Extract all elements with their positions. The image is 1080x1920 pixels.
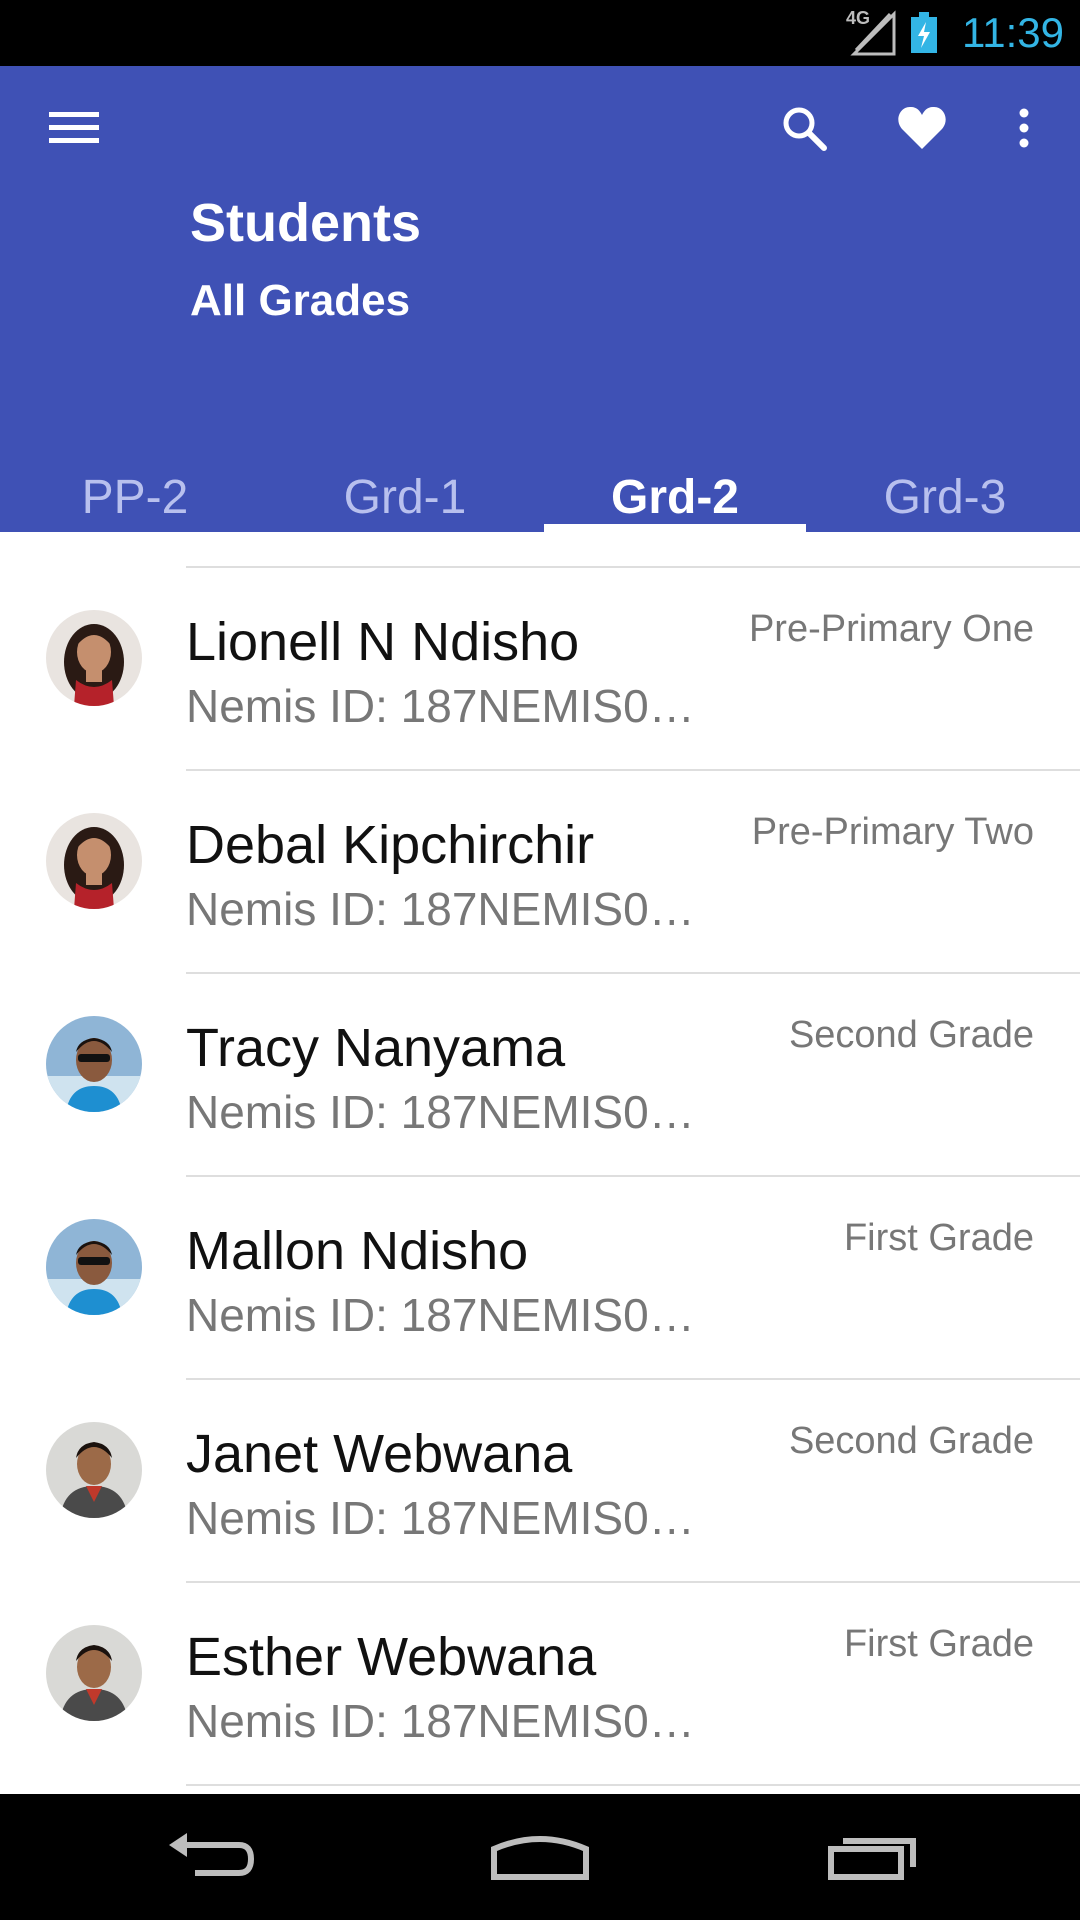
student-name: Esther Webwana bbox=[186, 1627, 597, 1687]
search-icon bbox=[783, 107, 827, 151]
recent-apps-button[interactable] bbox=[802, 1816, 942, 1896]
page-title: Students bbox=[190, 193, 422, 253]
home-button[interactable] bbox=[470, 1816, 610, 1896]
status-bar: 4G 11:39 bbox=[0, 0, 1080, 66]
avatar bbox=[46, 813, 142, 909]
student-grade: Second Grade bbox=[788, 1014, 1034, 1056]
student-nemis-id: Nemis ID: 187NEMIS0… bbox=[186, 883, 695, 935]
student-name: Janet Webwana bbox=[186, 1424, 573, 1484]
student-row[interactable]: Debal Kipchirchir Nemis ID: 187NEMIS0… P… bbox=[0, 771, 1080, 974]
grade-tabs: PP-2 Grd-1 Grd-2 Grd-3 bbox=[0, 462, 1080, 534]
recent-apps-icon bbox=[828, 1838, 916, 1880]
student-nemis-id: Nemis ID: 187NEMIS0090 bbox=[186, 1695, 706, 1747]
menu-icon bbox=[49, 112, 99, 143]
more-vert-icon bbox=[1019, 108, 1029, 148]
tab-grd-3[interactable]: Grd-3 bbox=[810, 462, 1080, 532]
avatar bbox=[46, 1422, 142, 1518]
student-nemis-id: Nemis ID: 187NEMIS0060 bbox=[186, 1086, 706, 1138]
student-grade: Pre-Primary One bbox=[748, 608, 1034, 650]
page-subtitle: All Grades bbox=[190, 276, 411, 325]
student-row[interactable]: Esther Webwana Nemis ID: 187NEMIS0090 Fi… bbox=[0, 1583, 1080, 1786]
student-list[interactable]: Lionell N Ndisho Nemis ID: 187NEMIS0… Pr… bbox=[0, 532, 1080, 1794]
student-row[interactable]: Lionell N Ndisho Nemis ID: 187NEMIS0… Pr… bbox=[0, 568, 1080, 771]
student-nemis-id: Nemis ID: 187NEMIS0070 bbox=[186, 1289, 706, 1341]
list-divider bbox=[186, 1784, 1080, 1786]
student-grade: Pre-Primary Two bbox=[751, 811, 1034, 853]
home-icon bbox=[491, 1836, 589, 1880]
tab-pp-2[interactable]: PP-2 bbox=[0, 462, 270, 532]
status-clock: 11:39 bbox=[962, 9, 1064, 56]
back-icon bbox=[169, 1833, 255, 1876]
menu-button[interactable] bbox=[34, 96, 114, 160]
favorites-button[interactable] bbox=[884, 96, 960, 160]
system-navigation-bar bbox=[0, 1794, 1080, 1920]
tab-grd-2[interactable]: Grd-2 bbox=[540, 462, 810, 534]
avatar bbox=[46, 610, 142, 706]
app-bar: Students All Grades PP-2 Grd-1 Grd-2 Grd… bbox=[0, 66, 1080, 534]
student-name: Tracy Nanyama bbox=[186, 1018, 566, 1078]
signal-icon bbox=[850, 10, 896, 56]
avatar bbox=[46, 1219, 142, 1315]
back-button[interactable] bbox=[140, 1816, 280, 1896]
student-nemis-id: Nemis ID: 187NEMIS0… bbox=[186, 680, 695, 732]
avatar bbox=[46, 1016, 142, 1112]
student-name: Mallon Ndisho bbox=[186, 1221, 529, 1281]
student-name: Debal Kipchirchir bbox=[186, 815, 595, 875]
more-options-button[interactable] bbox=[1000, 96, 1048, 160]
heart-icon bbox=[898, 106, 946, 149]
student-grade: First Grade bbox=[843, 1217, 1034, 1259]
search-button[interactable] bbox=[768, 96, 840, 160]
student-grade: Second Grade bbox=[788, 1420, 1034, 1462]
student-nemis-id: Nemis ID: 187NEMIS0080 bbox=[186, 1492, 706, 1544]
tab-grd-1[interactable]: Grd-1 bbox=[270, 462, 540, 532]
student-grade: First Grade bbox=[843, 1623, 1034, 1665]
student-name: Lionell N Ndisho bbox=[186, 612, 580, 672]
student-row[interactable]: Janet Webwana Nemis ID: 187NEMIS0080 Sec… bbox=[0, 1380, 1080, 1583]
student-row[interactable]: Mallon Ndisho Nemis ID: 187NEMIS0070 Fir… bbox=[0, 1177, 1080, 1380]
battery-charging-icon bbox=[911, 12, 937, 53]
student-row[interactable]: Tracy Nanyama Nemis ID: 187NEMIS0060 Sec… bbox=[0, 974, 1080, 1177]
avatar bbox=[46, 1625, 142, 1721]
